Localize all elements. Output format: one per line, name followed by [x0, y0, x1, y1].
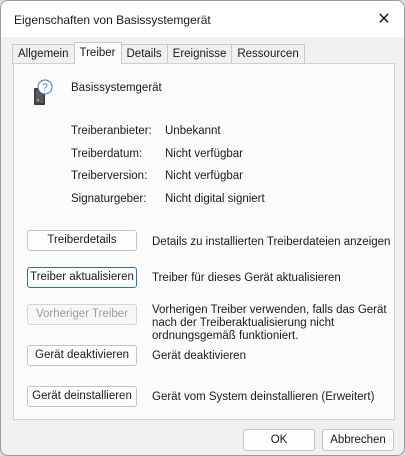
driver-provider-value: Unbekannt	[165, 125, 221, 137]
driver-date-label: Treiberdatum:	[71, 148, 143, 160]
cancel-button[interactable]: Abbrechen	[322, 429, 394, 451]
tab-ressourcen[interactable]: Ressourcen	[231, 44, 305, 64]
svg-text:?: ?	[42, 83, 48, 94]
rollback-driver-description: Vorherigen Treiber verwenden, falls das …	[152, 304, 387, 342]
driver-provider-label: Treiberanbieter:	[71, 125, 152, 137]
tab-details[interactable]: Details	[120, 44, 168, 64]
device-name: Basissystemgerät	[71, 82, 162, 94]
tab-ereignisse[interactable]: Ereignisse	[166, 44, 233, 64]
update-driver-description: Treiber für dieses Gerät aktualisieren	[152, 272, 341, 284]
driver-date-value: Nicht verfügbar	[165, 148, 243, 160]
tab-strip: Allgemein Treiber Details Ereignisse Res…	[12, 42, 305, 64]
driver-details-description: Details zu installierten Treiberdateien …	[152, 236, 391, 248]
close-icon[interactable]: ✕	[364, 1, 404, 37]
signer-value: Nicht digital signiert	[165, 193, 265, 205]
ok-button[interactable]: OK	[243, 429, 315, 451]
update-driver-button[interactable]: Treiber aktualisieren	[27, 267, 137, 288]
disable-device-description: Gerät deaktivieren	[152, 350, 246, 362]
uninstall-device-button[interactable]: Gerät deinstallieren	[27, 386, 137, 407]
title-bar[interactable]: Eigenschaften von Basissystemgerät ✕	[1, 1, 404, 37]
rollback-driver-button: Vorheriger Treiber	[27, 304, 137, 325]
driver-version-value: Nicht verfügbar	[165, 170, 243, 182]
driver-tab-panel: ? Basissystemgerät Treiberanbieter: Unbe…	[13, 63, 395, 420]
properties-dialog: Eigenschaften von Basissystemgerät ✕ All…	[0, 0, 405, 456]
driver-details-button[interactable]: Treiberdetails	[27, 230, 137, 251]
disable-device-button[interactable]: Gerät deaktivieren	[27, 345, 137, 366]
tab-allgemein[interactable]: Allgemein	[12, 44, 75, 64]
window-title: Eigenschaften von Basissystemgerät	[14, 13, 211, 27]
signer-label: Signaturgeber:	[71, 193, 147, 205]
driver-version-label: Treiberversion:	[71, 170, 148, 182]
uninstall-device-description: Gerät vom System deinstallieren (Erweite…	[152, 391, 375, 403]
unknown-device-icon: ?	[34, 79, 53, 105]
tab-treiber[interactable]: Treiber	[73, 42, 122, 64]
